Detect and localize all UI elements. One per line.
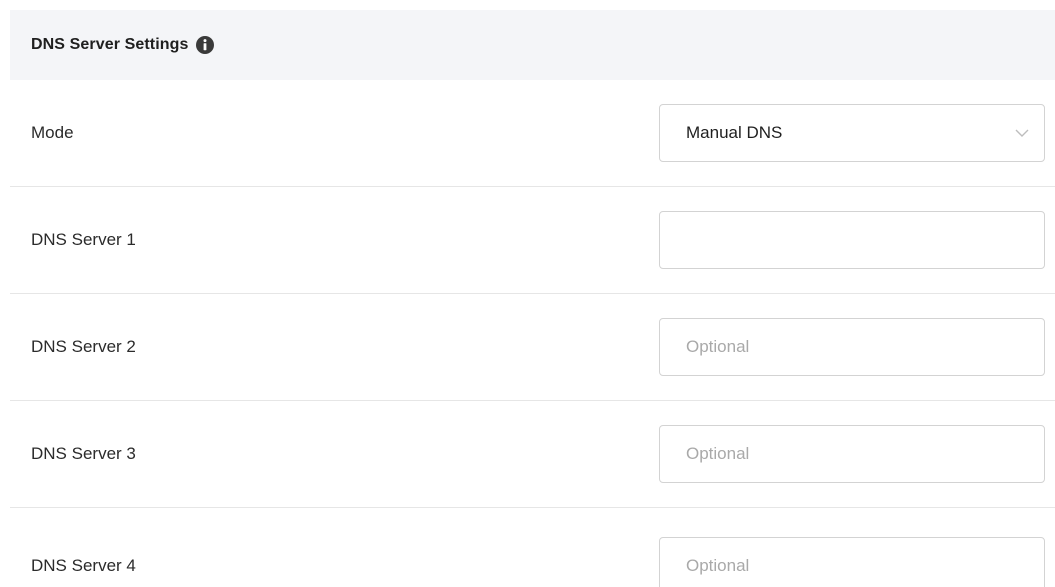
dns-server-1-row: DNS Server 1 bbox=[10, 187, 1055, 294]
dns-server-1-input[interactable] bbox=[660, 212, 1044, 268]
mode-label: Mode bbox=[31, 123, 74, 142]
mode-row: Mode Manual DNS bbox=[10, 80, 1055, 187]
section-header: DNS Server Settings bbox=[10, 10, 1055, 80]
mode-select[interactable]: Manual DNS bbox=[659, 104, 1045, 162]
dns-server-1-field-wrap bbox=[659, 211, 1045, 269]
dns-server-2-field-wrap bbox=[659, 318, 1045, 376]
dns-server-4-field-wrap bbox=[659, 537, 1045, 587]
dns-server-2-row: DNS Server 2 bbox=[10, 294, 1055, 401]
dns-server-3-field-wrap bbox=[659, 425, 1045, 483]
dns-server-3-input[interactable] bbox=[660, 426, 1044, 482]
dns-server-4-input[interactable] bbox=[660, 538, 1044, 587]
section-title: DNS Server Settings bbox=[31, 36, 189, 53]
dns-server-1-label: DNS Server 1 bbox=[31, 230, 136, 249]
dns-server-3-row: DNS Server 3 bbox=[10, 401, 1055, 508]
dns-server-4-row: DNS Server 4 bbox=[10, 508, 1055, 587]
mode-selected-value: Manual DNS bbox=[686, 123, 783, 142]
dns-server-2-label: DNS Server 2 bbox=[31, 337, 136, 356]
dns-server-3-label: DNS Server 3 bbox=[31, 444, 136, 463]
dns-server-2-input[interactable] bbox=[660, 319, 1044, 375]
chevron-down-icon bbox=[1015, 129, 1029, 137]
dns-server-4-label: DNS Server 4 bbox=[31, 556, 136, 575]
info-circle-icon[interactable] bbox=[195, 35, 215, 55]
dns-settings-panel: DNS Server Settings Mode Manual DNS DNS … bbox=[0, 0, 1055, 587]
